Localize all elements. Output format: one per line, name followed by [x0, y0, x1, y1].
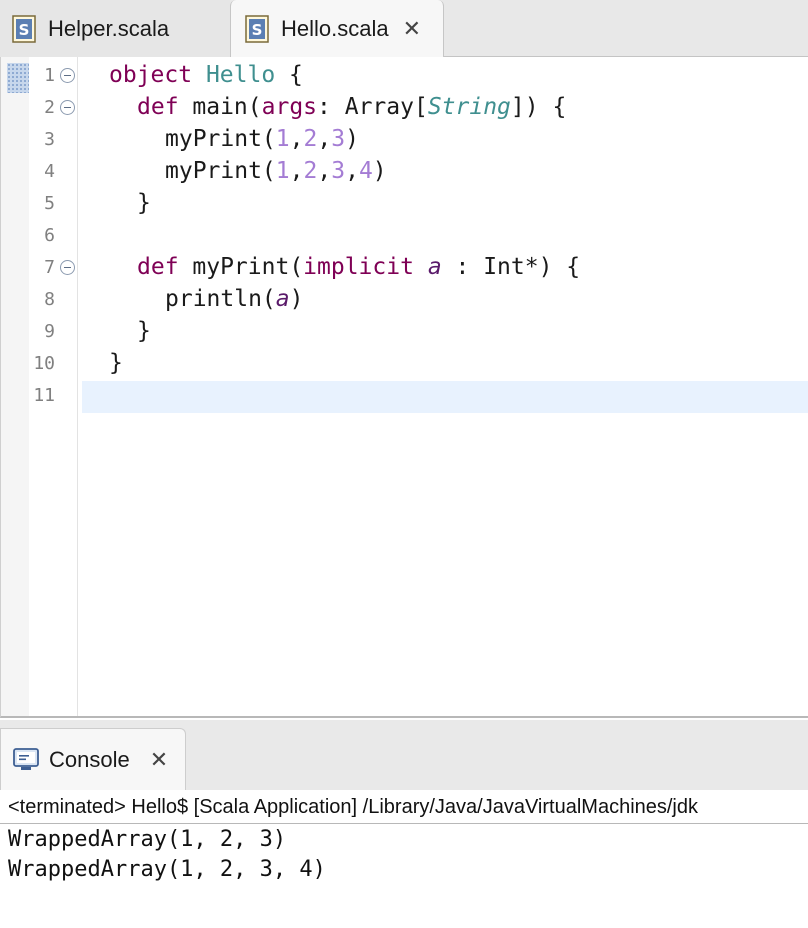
current-line-highlight: [82, 381, 808, 413]
console-status-line: <terminated> Hello$ [Scala Application] …: [0, 790, 808, 824]
console-view-bar: Console ✕: [0, 720, 808, 790]
output-line: WrappedArray(1, 2, 3, 4): [8, 857, 326, 882]
line-number: 3: [44, 129, 55, 150]
editor-tab-bar: S Helper.scala S Hello.scala ✕: [0, 0, 808, 58]
line-number: 7: [29, 251, 77, 283]
fold-collapse-icon[interactable]: [60, 100, 75, 115]
scala-file-icon: S: [12, 14, 36, 43]
svg-text:S: S: [252, 21, 263, 39]
code-line: myPrint(1,2,3): [165, 126, 359, 152]
ruler-marker: [7, 63, 29, 93]
code-line: println(a): [165, 286, 304, 312]
line-number-gutter: 1 2 3 4 5 6 7 8 9 10 11: [29, 57, 78, 716]
line-number: 10: [33, 353, 55, 374]
code-line: object Hello {: [109, 62, 303, 88]
tab-helper-scala[interactable]: S Helper.scala: [0, 0, 230, 57]
fold-collapse-icon[interactable]: [60, 260, 75, 275]
line-number: 4: [44, 161, 55, 182]
scala-file-icon: S: [245, 15, 269, 43]
tab-label: Helper.scala: [48, 15, 170, 41]
line-number: 11: [33, 385, 55, 406]
svg-text:S: S: [19, 21, 30, 39]
close-icon[interactable]: ✕: [150, 747, 168, 773]
code-line: }: [109, 350, 123, 376]
tab-label: Hello.scala: [281, 16, 389, 41]
line-number: 5: [44, 193, 55, 214]
code-line: def myPrint(implicit a : Int*) {: [137, 254, 581, 280]
fold-collapse-icon[interactable]: [60, 68, 75, 83]
code-line: def main(args: Array[String]) {: [137, 94, 567, 120]
code-editor[interactable]: 1 2 3 4 5 6 7 8 9 10 11 object Hello { d…: [0, 57, 808, 718]
code-line: }: [137, 318, 151, 344]
line-number: 1: [29, 59, 77, 91]
code-line: myPrint(1,2,3,4): [165, 158, 387, 184]
line-number: 9: [44, 321, 55, 342]
line-number: 8: [44, 289, 55, 310]
tab-label: Console: [49, 746, 130, 772]
output-line: WrappedArray(1, 2, 3): [8, 827, 287, 852]
close-icon[interactable]: ✕: [403, 18, 421, 40]
tab-console[interactable]: Console ✕: [0, 728, 186, 790]
line-number: 2: [29, 91, 77, 123]
overview-ruler: [1, 57, 29, 716]
console-icon: [13, 747, 39, 770]
console-output[interactable]: WrappedArray(1, 2, 3) WrappedArray(1, 2,…: [0, 825, 808, 928]
tab-hello-scala[interactable]: S Hello.scala ✕: [230, 0, 444, 58]
code-line: }: [137, 190, 151, 216]
line-number: 6: [44, 225, 55, 246]
